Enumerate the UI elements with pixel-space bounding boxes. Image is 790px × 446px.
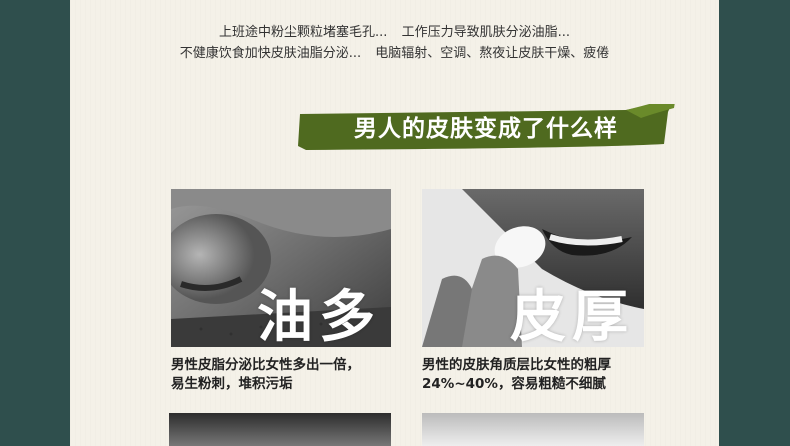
face-photo-cotton-pad: 皮厚 [422,189,644,347]
next-photo-partial [422,413,644,446]
next-photo-partial [169,413,391,446]
intro-line-2: 不健康饮食加快皮肤油脂分泌... 电脑辐射、空调、熬夜让皮肤干燥、疲倦 [70,42,719,61]
content-panel: 上班途中粉尘颗粒堵塞毛孔... 工作压力导致肌肤分泌油脂... 不健康饮食加快皮… [70,0,719,446]
oily-description: 男性皮脂分泌比女性多出一倍， 易生粉刺，堆积污垢 [171,357,360,392]
skin-card-thick: 皮厚 男性的皮肤角质层比女性的粗厚 24%~40%，容易粗糙不细腻 [422,189,644,394]
thick-description: 男性的皮肤角质层比女性的粗厚 24%~40%，容易粗糙不细腻 [422,357,611,392]
oily-label: 油多 [257,285,381,347]
intro-line-1: 上班途中粉尘颗粒堵塞毛孔... 工作压力导致肌肤分泌油脂... [70,21,719,40]
thick-label: 皮厚 [510,285,634,347]
section-banner: 男人的皮肤变成了什么样 [296,104,676,151]
skin-card-oily: 油多 男性皮脂分泌比女性多出一倍， 易生粉刺，堆积污垢 [171,189,391,394]
face-photo-nose: 油多 [171,189,391,347]
banner-title: 男人的皮肤变成了什么样 [354,115,618,142]
intro-text: 电脑辐射、空调、熬夜让皮肤干燥、疲倦 [375,46,610,61]
intro-text: 上班途中粉尘颗粒堵塞毛孔... [219,25,388,40]
intro-text: 不健康饮食加快皮肤油脂分泌... [179,46,362,61]
intro-text: 工作压力导致肌肤分泌油脂... [401,25,570,40]
